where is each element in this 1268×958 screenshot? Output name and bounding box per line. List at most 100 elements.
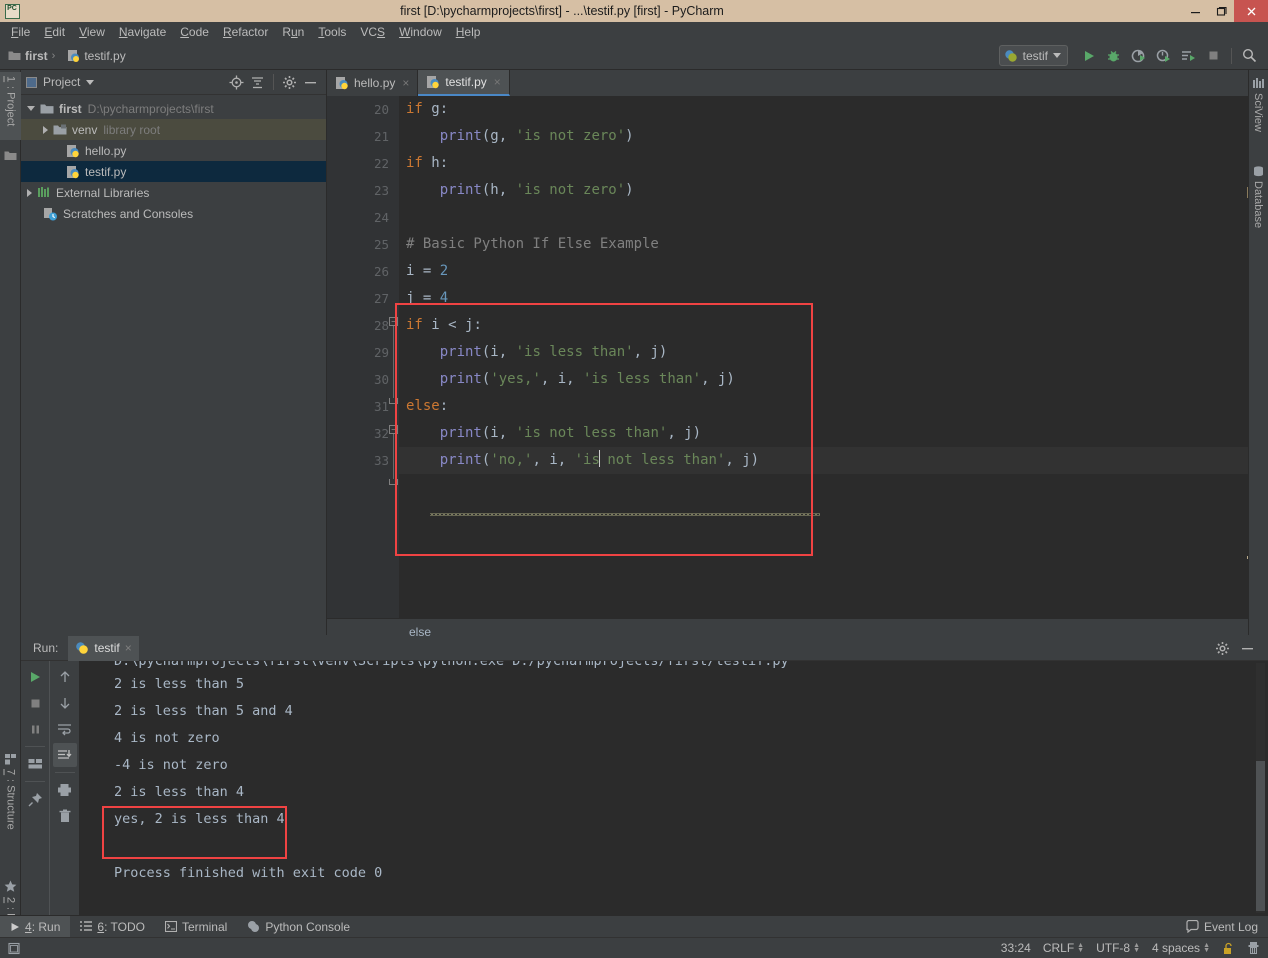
bottom-tab-todo[interactable]: 6: TODO [70, 916, 155, 938]
bottom-tab-run[interactable]: 4: Run [0, 915, 71, 938]
breadcrumb-project[interactable]: first [25, 49, 48, 63]
tree-node-hello-py[interactable]: hello.py [21, 140, 326, 161]
tab-hello-py[interactable]: hello.py × [327, 70, 419, 96]
menu-edit[interactable]: Edit [37, 22, 72, 42]
menu-run[interactable]: Run [275, 22, 311, 42]
tree-node-venv[interactable]: venv library root [21, 119, 326, 140]
star-icon [4, 880, 17, 893]
menu-help[interactable]: Help [449, 22, 488, 42]
python-config-icon [1004, 49, 1018, 63]
scroll-to-end-icon[interactable] [52, 743, 77, 767]
breadcrumb-separator: › [51, 49, 56, 62]
stop-icon[interactable] [1201, 45, 1226, 67]
tree-node-first[interactable]: first D:\pycharmprojects\first [21, 98, 326, 119]
sidebar-tab-database[interactable]: Database [1248, 162, 1268, 250]
line-separator[interactable]: CRLF ▲ ▼ [1043, 941, 1084, 955]
console-output[interactable]: D:\pycharmprojects\first\venv\Scripts\py… [79, 661, 1268, 915]
menu-window[interactable]: Window [392, 22, 449, 42]
file-encoding[interactable]: UTF-8 ▲ ▼ [1096, 941, 1140, 955]
menu-view[interactable]: View [72, 22, 112, 42]
code-line-31: else: [406, 398, 449, 414]
bottom-tab-terminal[interactable]: Terminal [155, 916, 237, 938]
close-icon[interactable]: × [125, 641, 132, 655]
console-line: -4 is not zero [114, 757, 228, 773]
sidebar-tab-project[interactable]: 1: Project [0, 72, 21, 140]
project-panel-header: Project [21, 70, 326, 95]
menu-code[interactable]: Code [173, 22, 216, 42]
hide-panel-icon[interactable] [300, 72, 321, 92]
close-icon[interactable]: × [402, 76, 409, 90]
maximize-button[interactable] [1208, 0, 1234, 22]
chevron-right-icon[interactable] [43, 125, 48, 134]
code-line-29: print(i, 'is less than', j) [439, 344, 668, 360]
event-log-button[interactable]: Event Log [1186, 920, 1258, 934]
close-icon[interactable]: × [494, 75, 501, 89]
minimize-button[interactable] [1182, 0, 1208, 22]
code-line-28: if i < j: [406, 317, 482, 333]
bottom-tab-label: : TODO [104, 919, 145, 934]
hide-panel-icon[interactable] [1235, 637, 1260, 659]
close-button[interactable] [1234, 0, 1268, 22]
fold-toggle-if[interactable]: − [389, 317, 398, 326]
debug-icon[interactable] [1101, 45, 1126, 67]
bottom-tab-python-console[interactable]: Python Console [237, 916, 360, 938]
trash-icon[interactable] [53, 804, 77, 828]
chevron-down-icon[interactable] [27, 106, 35, 111]
collapse-all-icon[interactable] [247, 72, 268, 92]
right-tool-strip: SciView Database [1248, 70, 1268, 635]
down-arrow-icon[interactable] [53, 691, 77, 715]
tree-node-external-libraries[interactable]: External Libraries [21, 182, 326, 203]
window-icon[interactable] [8, 942, 21, 955]
search-icon[interactable] [1237, 45, 1262, 67]
sidebar-tab-sciview[interactable]: SciView [1248, 74, 1268, 150]
unlock-icon[interactable] [1222, 942, 1235, 955]
chevron-right-icon[interactable] [27, 188, 32, 197]
project-panel: Project first D:\pycharmprojects\first v… [21, 70, 327, 635]
code-lines[interactable]: if g: print(g, 'is not zero') if h: prin… [399, 96, 1268, 618]
settings-gear-icon[interactable] [279, 72, 300, 92]
pause-icon[interactable] [23, 717, 47, 741]
breadcrumb-file[interactable]: testif.py [84, 49, 125, 63]
menu-refactor[interactable]: Refactor [216, 22, 275, 42]
tree-sublabel: library root [103, 122, 161, 137]
console-line: 2 is less than 4 [114, 784, 245, 800]
tree-node-testif-py[interactable]: testif.py [21, 161, 326, 182]
soft-wrap-icon[interactable] [53, 717, 77, 741]
tree-label: hello.py [85, 143, 127, 158]
sciview-tab-label: SciView [1252, 93, 1264, 132]
profile-icon[interactable] [1151, 45, 1176, 67]
caret-position[interactable]: 33:24 [1001, 941, 1031, 955]
project-view-icon [26, 76, 37, 88]
chevron-down-icon[interactable] [86, 79, 95, 85]
settings-gear-icon[interactable] [1210, 637, 1235, 659]
status-left [0, 942, 21, 955]
sidebar-tab-structure[interactable]: 7: Structure [0, 750, 21, 850]
fold-toggle-else[interactable]: − [389, 425, 398, 434]
indent-setting[interactable]: 4 spaces ▲ ▼ [1152, 941, 1210, 955]
hector-icon[interactable] [1247, 941, 1260, 955]
menu-navigate[interactable]: Navigate [112, 22, 173, 42]
run-icon[interactable] [1076, 45, 1101, 67]
rerun-icon[interactable] [23, 665, 47, 689]
tab-testif-py[interactable]: testif.py × [418, 70, 510, 96]
print-icon[interactable] [53, 778, 77, 802]
up-arrow-icon[interactable] [53, 665, 77, 689]
pin-icon[interactable] [23, 787, 47, 811]
tree-node-scratches[interactable]: Scratches and Consoles [21, 203, 326, 224]
layout-icon[interactable] [23, 752, 47, 776]
code-editor[interactable]: 20 21 22 23 24 25 26 27 28 29 30 31 32 3… [327, 96, 1268, 618]
console-scrollbar-thumb[interactable] [1256, 761, 1265, 911]
python-file-icon [335, 76, 349, 90]
locate-icon[interactable] [226, 72, 247, 92]
console-line: D:\pycharmprojects\first\venv\Scripts\py… [114, 661, 789, 669]
run-with-console-icon[interactable] [1176, 45, 1201, 67]
menu-tools[interactable]: Tools [311, 22, 353, 42]
run-tab-testif[interactable]: testif × [68, 635, 139, 661]
stop-icon[interactable] [23, 691, 47, 715]
menu-vcs[interactable]: VCS [353, 22, 392, 42]
menu-file[interactable]: File [4, 22, 37, 42]
logo-text: PC [4, 3, 20, 19]
coverage-icon[interactable] [1126, 45, 1151, 67]
project-panel-title: Project [43, 75, 81, 89]
run-configuration-selector[interactable]: testif [998, 45, 1068, 66]
